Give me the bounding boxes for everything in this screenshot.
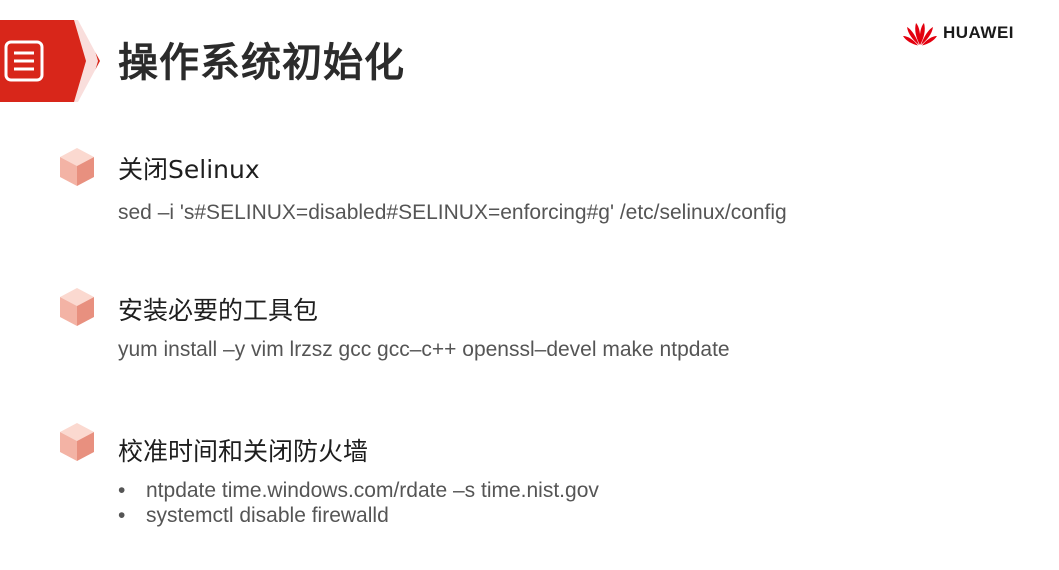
command-text: sed –i 's#SELINUX=disabled#SELINUX=enfor…: [118, 201, 787, 224]
bullet-icon: •: [118, 504, 126, 527]
huawei-logo: HUAWEI: [903, 18, 1014, 48]
brand-name: HUAWEI: [943, 23, 1014, 42]
section-title: 关闭Selinux: [118, 155, 260, 184]
header-banner: [0, 20, 100, 102]
cube-icon: [60, 288, 94, 326]
page-title: 操作系统初始化: [118, 40, 405, 86]
command-text: ntpdate time.windows.com/rdate –s time.n…: [146, 479, 599, 502]
section-title: 校准时间和关闭防火墙: [118, 437, 369, 466]
section-title: 安装必要的工具包: [118, 296, 319, 325]
command-list: • ntpdate time.windows.com/rdate –s time.…: [118, 478, 599, 528]
list-item: • systemctl disable firewalld: [118, 503, 599, 528]
bullet-icon: •: [118, 479, 126, 502]
huawei-petal-icon: [903, 23, 937, 46]
list-item: • ntpdate time.windows.com/rdate –s time.…: [118, 478, 599, 503]
command-text: yum install –y vim lrzsz gcc gcc–c++ ope…: [118, 338, 730, 361]
command-text: systemctl disable firewalld: [146, 504, 389, 527]
cube-icon: [60, 148, 94, 186]
cube-icon: [60, 423, 94, 461]
